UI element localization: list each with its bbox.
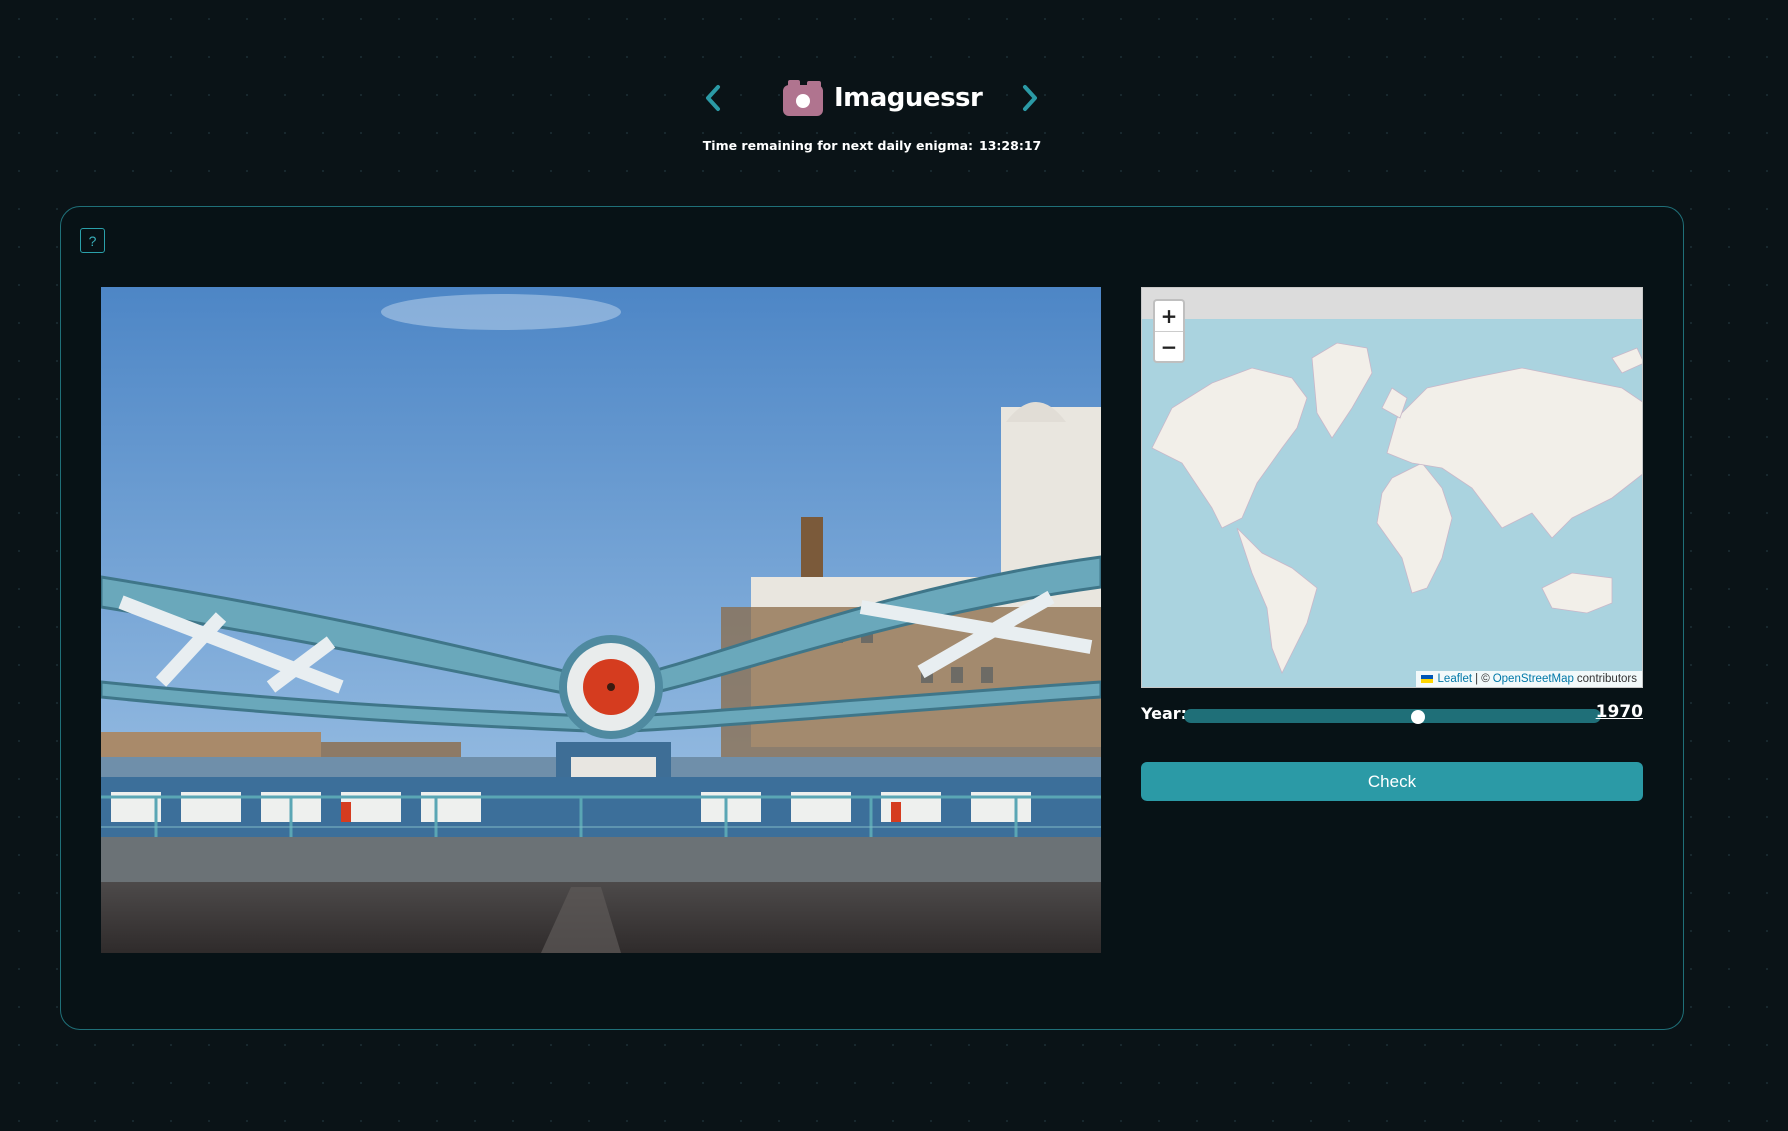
chevron-left-icon [706,85,720,111]
chevron-right-icon [1023,85,1037,111]
countdown-value: 13:28:17 [979,138,1042,153]
year-selector: Year: 1970 [1141,700,1643,730]
ukraine-flag-icon [1420,675,1433,683]
map-landmasses [1151,342,1642,674]
map-attribution: Leaflet | © OpenStreetMap contributors [1415,671,1642,687]
app-title: Imaguessr [834,83,983,113]
attribution-separator: | © [1475,673,1490,685]
world-map[interactable]: + − Leaflet | © OpenStreetMap contributo… [1141,287,1643,688]
countdown-label: Time remaining for next daily enigma: [702,138,974,153]
header: Imaguessr [0,70,1788,130]
zoom-out-button[interactable]: − [1155,331,1183,361]
countdown: Time remaining for next daily enigma: 13:… [0,138,1744,153]
puzzle-photo [101,287,1101,953]
brand: Imaguessr [782,78,983,118]
map-zoom-control: + − [1153,299,1185,363]
year-value[interactable]: 1970 [1596,702,1643,722]
year-slider[interactable] [1184,709,1601,724]
year-slider-thumb[interactable] [1410,710,1425,724]
zoom-in-button[interactable]: + [1155,301,1183,331]
next-enigma-button[interactable] [1012,80,1048,116]
attribution-contributors: contributors [1576,673,1637,685]
year-label: Year: [1141,704,1188,723]
camera-icon [783,80,823,116]
openstreetmap-link[interactable]: OpenStreetMap [1493,673,1574,685]
previous-enigma-button[interactable] [695,80,731,116]
help-button[interactable]: ? [80,228,105,253]
check-button[interactable]: Check [1141,762,1643,801]
leaflet-link[interactable]: Leaflet [1438,673,1473,685]
